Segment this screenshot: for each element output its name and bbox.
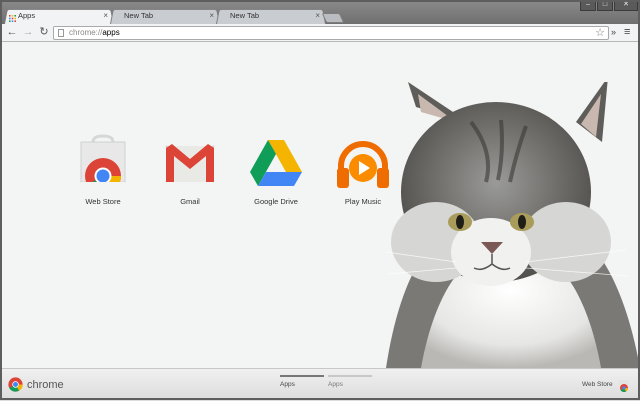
- chrome-wordmark: chrome: [27, 378, 64, 391]
- minimize-button[interactable]: –: [580, 0, 596, 11]
- app-tile-web-store[interactable]: Web Store: [68, 134, 138, 206]
- forward-button[interactable]: →: [22, 26, 34, 38]
- browser-toolbar: ← → ↻ chrome://apps ☆ » ≡: [0, 24, 640, 42]
- tab-apps[interactable]: Apps ×: [4, 8, 114, 24]
- app-label: Google Drive: [254, 197, 298, 206]
- web-store-icon: [80, 134, 126, 194]
- tab-close-icon[interactable]: ×: [103, 8, 108, 24]
- app-tile-gmail[interactable]: Gmail: [155, 134, 225, 206]
- play-music-icon: [337, 141, 389, 188]
- apps-grid-icon: [9, 12, 16, 22]
- page-switcher-apps-2[interactable]: Apps: [328, 375, 372, 388]
- web-store-mini-icon[interactable]: [618, 378, 630, 392]
- back-button[interactable]: ←: [6, 26, 18, 38]
- page-switcher-apps-1[interactable]: Apps: [280, 375, 324, 388]
- chrome-brand: chrome: [8, 377, 64, 392]
- tab-label: New Tab: [230, 11, 260, 20]
- window-controls: – □ ✕: [579, 0, 638, 11]
- web-store-link[interactable]: Web Store: [582, 381, 613, 388]
- page-icon: [58, 29, 64, 37]
- extensions-overflow-icon[interactable]: »: [611, 26, 616, 38]
- tab-label: Apps: [18, 11, 36, 20]
- app-label: Web Store: [85, 197, 121, 206]
- page-switcher-label: Apps: [280, 381, 295, 388]
- tab-new-tab-2[interactable]: New Tab ×: [216, 8, 326, 24]
- tab-close-icon[interactable]: ×: [315, 8, 320, 24]
- maximize-button[interactable]: □: [597, 0, 613, 11]
- bookmark-star-icon[interactable]: ☆: [595, 26, 605, 39]
- app-label: Gmail: [180, 197, 200, 206]
- tab-close-icon[interactable]: ×: [209, 8, 214, 24]
- menu-icon[interactable]: ≡: [624, 26, 630, 38]
- tab-label: New Tab: [124, 11, 154, 20]
- new-tab-button[interactable]: [321, 13, 345, 23]
- chrome-logo-icon: [8, 377, 23, 392]
- cat-background-image: [385, 82, 640, 368]
- app-tile-google-drive[interactable]: Google Drive: [241, 134, 311, 206]
- gmail-icon: [165, 144, 215, 182]
- google-drive-icon: [250, 140, 302, 186]
- reload-button[interactable]: ↻: [38, 26, 50, 38]
- tab-new-tab-1[interactable]: New Tab ×: [110, 8, 220, 24]
- close-window-button[interactable]: ✕: [614, 0, 638, 11]
- url-text: chrome://apps: [69, 28, 120, 37]
- apps-footer: chrome Apps Apps Web Store: [0, 368, 640, 401]
- page-switcher-label: Apps: [328, 381, 343, 388]
- address-bar[interactable]: chrome://apps ☆: [53, 26, 609, 40]
- app-label: Play Music: [344, 197, 382, 206]
- title-bar: Apps × New Tab × New Tab × – □ ✕: [0, 0, 640, 24]
- app-tile-play-music[interactable]: Play Music: [328, 134, 398, 206]
- apps-page: Web Store Gmail Google Drive Play Music: [0, 42, 640, 368]
